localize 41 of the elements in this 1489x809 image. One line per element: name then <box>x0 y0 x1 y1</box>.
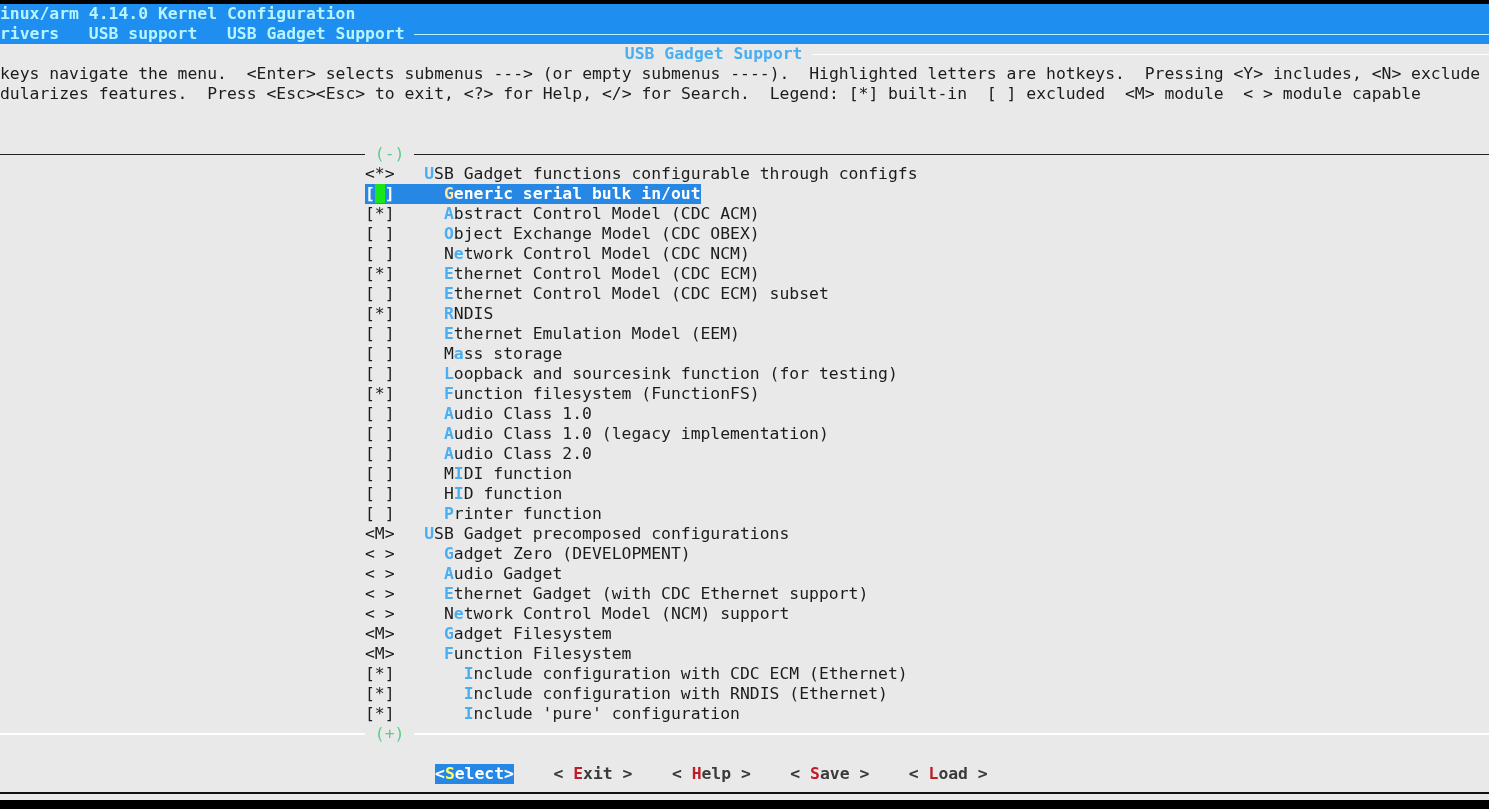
scroll-indicator: (-) <box>373 144 406 164</box>
menu-item[interactable]: [*] Function filesystem (FunctionFS) <box>365 384 760 404</box>
menu-item[interactable]: < > Gadget Zero (DEVELOPMENT) <box>365 544 691 564</box>
menu-item[interactable]: [*] Include configuration with RNDIS (Ethernet) <box>365 684 888 704</box>
menu-item[interactable]: [*] Ethernet Control Model (CDC ECM) <box>365 264 760 284</box>
menu-button[interactable]: < Exit > <box>553 764 633 784</box>
menu-button[interactable]: < Load > <box>908 764 988 784</box>
window-title: inux/arm 4.14.0 Kernel Configuration <box>0 4 356 24</box>
menu-item[interactable]: [*] Abstract Control Model (CDC ACM) <box>365 204 760 224</box>
menu-item[interactable]: [ ] Loopback and sourcesink function (for testing) <box>365 364 898 384</box>
menu-item[interactable]: [ ] Network Control Model (CDC NCM) <box>365 244 750 264</box>
menu-item[interactable]: [ ] Audio Class 1.0 (legacy implementation) <box>365 424 829 444</box>
menu-item[interactable]: [*] Include configuration with CDC ECM (Ethernet) <box>365 664 908 684</box>
menu-button[interactable]: < Help > <box>671 764 751 784</box>
menu-item[interactable]: [ ] HID function <box>365 484 563 504</box>
menu-item[interactable]: [*] Include 'pure' configuration <box>365 704 740 724</box>
scroll-indicator: (+) <box>373 724 406 744</box>
help-text: keys navigate the menu. <Enter> selects submenus ---> (or empty submenus ----). Highlighted letters are hotkeys. Pressing <Y> includes, <N> exclude <box>0 64 1481 84</box>
menu-button[interactable]: < Save > <box>790 764 870 784</box>
menu-item[interactable]: [ ] Ethernet Control Model (CDC ECM) subset <box>365 284 829 304</box>
menu-button[interactable]: <Select> <box>435 764 514 784</box>
breadcrumb-item: rivers <box>0 24 60 44</box>
menu-item[interactable]: [ ] Mass storage <box>365 344 563 364</box>
menu-item[interactable]: <M> USB Gadget precomposed configurations <box>365 524 790 544</box>
menu-item[interactable]: [ ] Ethernet Emulation Model (EEM) <box>365 324 740 344</box>
menu-item[interactable]: [ ] Audio Class 2.0 <box>365 444 592 464</box>
menu-item[interactable]: < > Network Control Model (NCM) support <box>365 604 790 624</box>
menu-item[interactable]: <*> USB Gadget functions configurable through configfs <box>365 164 918 184</box>
menu-item[interactable]: [*] RNDIS <box>365 304 494 324</box>
menu-item[interactable]: [ ] Object Exchange Model (CDC OBEX) <box>365 224 760 244</box>
menu-item[interactable]: <M> Function Filesystem <box>365 644 632 664</box>
menu-item[interactable]: [ ] Audio Class 1.0 <box>365 404 592 424</box>
help-text: dularizes features. Press <Esc><Esc> to exit, <?> for Help, </> for Search. Legend: [*] built-in [ ] excluded <M> module < > module capable <box>0 84 1421 104</box>
menu-item[interactable]: < > Audio Gadget <box>365 564 563 584</box>
menu-item[interactable]: [ ] Printer function <box>365 504 602 524</box>
breadcrumb-item: USB Gadget Support <box>226 24 405 44</box>
menu-item[interactable]: <M> Gadget Filesystem <box>365 624 612 644</box>
menu-item[interactable]: [ ] MIDI function <box>365 464 573 484</box>
breadcrumb-item: USB support <box>88 24 198 44</box>
menu-item[interactable]: [ ] Generic serial bulk in/out <box>365 184 701 204</box>
menu-item[interactable]: < > Ethernet Gadget (with CDC Ethernet support) <box>365 584 869 604</box>
